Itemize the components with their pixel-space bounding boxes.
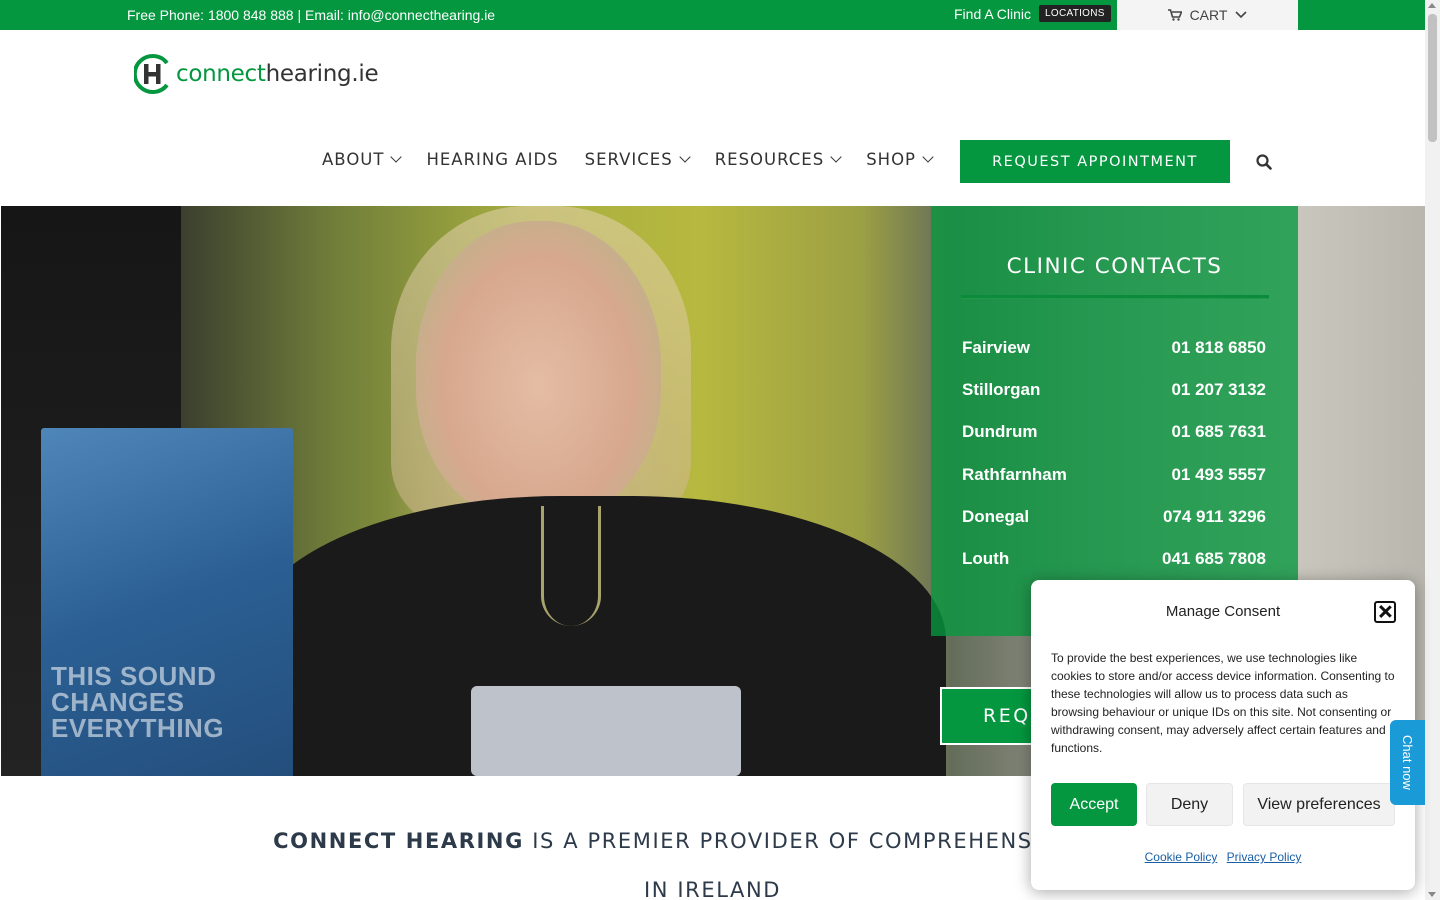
chevron-down-icon	[830, 151, 842, 163]
scrollbar[interactable]	[1425, 0, 1440, 900]
phone-link[interactable]: 01 207 3132	[1171, 380, 1266, 400]
logo-mark-icon	[134, 54, 169, 94]
chevron-down-icon	[390, 151, 403, 163]
nav-hearing-aids[interactable]: HEARING AIDS	[426, 150, 558, 169]
title-divider	[961, 295, 1269, 299]
scroll-down-arrow[interactable]	[1428, 892, 1436, 897]
consent-modal: Manage Consent To provide the best exper…	[1031, 580, 1415, 890]
clinic-row: Rathfarnham 01 493 5557	[962, 465, 1266, 485]
clinic-row: Donegal 074 911 3296	[962, 507, 1266, 527]
chevron-down-icon	[922, 151, 934, 163]
poster-text: THIS SOUND CHANGES EVERYTHING	[51, 661, 225, 743]
contact-info[interactable]: Free Phone: 1800 848 888 | Email: info@c…	[127, 7, 495, 23]
search-icon[interactable]	[1256, 154, 1272, 170]
scrollbar-thumb[interactable]	[1428, 14, 1437, 142]
phone-link[interactable]: 041 685 7808	[1162, 549, 1266, 569]
cart-label: CART	[1189, 7, 1228, 23]
top-bar: Free Phone: 1800 848 888 | Email: info@c…	[0, 0, 1425, 30]
consent-text: To provide the best experiences, we use …	[1051, 651, 1395, 755]
deny-button[interactable]: Deny	[1146, 783, 1233, 826]
clinic-row: Fairview 01 818 6850	[962, 338, 1266, 358]
clinic-row: Dundrum 01 685 7631	[962, 422, 1266, 442]
main-nav: ABOUT HEARING AIDS SERVICES RESOURCES SH…	[322, 150, 958, 169]
view-preferences-button[interactable]: View preferences	[1243, 783, 1395, 826]
hero-poster: THIS SOUND CHANGES EVERYTHING	[41, 428, 293, 776]
clinic-contacts-panel: CLINIC CONTACTS Fairview 01 818 6850 Stil…	[931, 206, 1298, 636]
site-logo[interactable]: connecthearing.ie	[134, 53, 379, 95]
consent-title: Manage Consent	[1165, 603, 1281, 620]
nav-shop[interactable]: SHOP	[866, 150, 934, 169]
phone-link[interactable]: 074 911 3296	[1163, 507, 1266, 527]
clinic-row: Stillorgan 01 207 3132	[962, 380, 1266, 400]
scroll-up-arrow[interactable]	[1428, 3, 1436, 8]
cookie-policy-link[interactable]: Cookie Policy	[1145, 850, 1218, 864]
privacy-policy-link[interactable]: Privacy Policy	[1227, 850, 1302, 864]
hero-person-face	[416, 221, 661, 521]
cart-button[interactable]: CART	[1117, 0, 1298, 30]
request-appointment-button[interactable]: REQUEST APPOINTMENT	[960, 140, 1230, 183]
headline-brand: CONNECT HEARING	[273, 829, 524, 853]
chevron-down-icon	[1235, 11, 1247, 19]
close-icon[interactable]	[1374, 601, 1396, 623]
headline-line2: IN IRELAND	[643, 878, 782, 900]
phone-link[interactable]: 01 493 5557	[1171, 465, 1266, 485]
accept-button[interactable]: Accept	[1051, 783, 1137, 826]
chat-now-tab[interactable]: Chat now	[1390, 720, 1425, 805]
cart-icon	[1167, 9, 1182, 21]
phone-link[interactable]: 01 685 7631	[1171, 422, 1266, 442]
hero-lanyard	[541, 506, 601, 626]
clinic-contacts-title: CLINIC CONTACTS	[1006, 254, 1223, 279]
nav-about[interactable]: ABOUT	[322, 150, 403, 169]
locations-badge[interactable]: LOCATIONS	[1039, 5, 1111, 22]
nav-services[interactable]: SERVICES	[585, 150, 691, 169]
find-clinic-link[interactable]: Find A Clinic	[954, 6, 1031, 22]
logo-text: connecthearing.ie	[176, 61, 379, 87]
policy-links: Cookie Policy Privacy Policy	[1031, 850, 1415, 864]
hero-product-box	[471, 686, 741, 776]
nav-resources[interactable]: RESOURCES	[715, 150, 842, 169]
chevron-down-icon	[679, 151, 691, 163]
clinic-row: Louth 041 685 7808	[962, 549, 1266, 569]
phone-link[interactable]: 01 818 6850	[1171, 338, 1266, 358]
